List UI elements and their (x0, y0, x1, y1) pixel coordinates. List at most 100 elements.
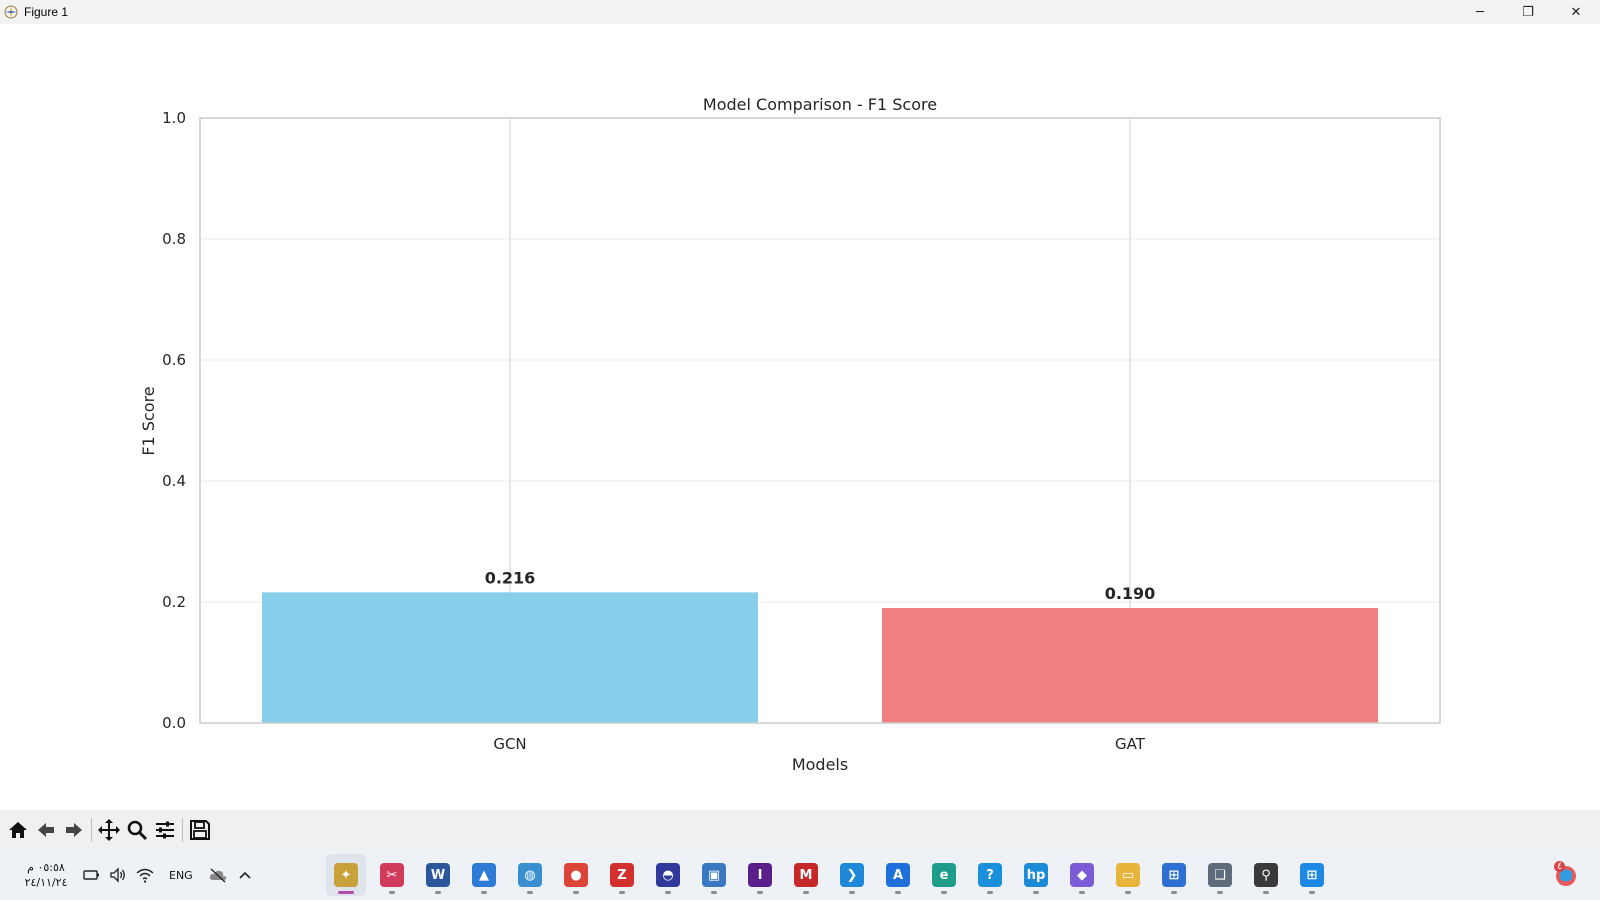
clock-time: ٠٥:٥٨ م (27, 861, 65, 874)
taskbar-app-app-store[interactable]: A (878, 854, 918, 896)
taskbar-app-task-view[interactable]: ❑ (1200, 854, 1240, 896)
taskbar: ٠٥:٥٨ م ٢٤/١١/٢٤ ENG ✦ ✂ W ▲ ◍ ● Z ◓ ▣ I M ❯ Ae? hp ◆ ▭… (0, 850, 1600, 900)
app-store-icon: A (886, 863, 910, 887)
edge-icon: e (932, 863, 956, 887)
taskbar-app-file-explorer[interactable]: ▭ (1108, 854, 1148, 896)
y-tick-label: 0.2 (162, 593, 186, 611)
y-tick-label: 1.0 (162, 109, 186, 127)
python-figure-icon: ✦ (334, 863, 358, 887)
running-indicator (1079, 891, 1085, 894)
running-indicator (338, 891, 354, 894)
vpn-icon: ◓ (656, 863, 680, 887)
window-controls: ─ ❐ ✕ (1456, 0, 1600, 24)
taskbar-app-start[interactable]: ⊞ (1292, 854, 1332, 896)
taskbar-app-python-figure[interactable]: ✦ (326, 854, 366, 896)
bars (262, 592, 1378, 723)
forward-icon[interactable] (60, 815, 88, 845)
help-icon: ? (978, 863, 1002, 887)
taskbar-app-edge[interactable]: e (924, 854, 964, 896)
photos-icon: ▲ (472, 863, 496, 887)
y-tick-label: 0.0 (162, 714, 186, 732)
y-tick-label: 0.4 (162, 472, 186, 490)
running-indicator (1125, 891, 1131, 894)
taskbar-app-intellij[interactable]: I (740, 854, 780, 896)
python-idle-icon: ▣ (702, 863, 726, 887)
toolbar-separator (91, 818, 92, 842)
running-indicator (619, 891, 625, 894)
taskbar-app-browser-globe[interactable]: ◍ (510, 854, 550, 896)
x-axis-label: Models (792, 755, 848, 774)
taskbar-app-vpn[interactable]: ◓ (648, 854, 688, 896)
running-indicator (573, 891, 579, 894)
running-indicator (895, 891, 901, 894)
snipping-tool-icon: ✂ (380, 863, 404, 887)
file-explorer-icon: ▭ (1116, 863, 1140, 887)
running-indicator (757, 891, 763, 894)
taskbar-app-help[interactable]: ? (970, 854, 1010, 896)
toolbar-separator (182, 818, 183, 842)
pinned-apps: ✦ ✂ W ▲ ◍ ● Z ◓ ▣ I M ❯ Ae? hp ◆ ▭ ⊞ ❑ ⚲ ⊞ (326, 853, 1338, 897)
wifi-icon[interactable] (133, 863, 157, 887)
taskbar-app-myhp[interactable]: hp (1016, 854, 1056, 896)
vscode-icon: ❯ (840, 863, 864, 887)
bar-gcn (262, 592, 758, 723)
running-indicator (1217, 891, 1223, 894)
bar-gat (882, 608, 1378, 723)
running-indicator (803, 891, 809, 894)
y-tick-label: 0.6 (162, 351, 186, 369)
start-icon: ⊞ (1300, 863, 1324, 887)
running-indicator (481, 891, 487, 894)
figure-app-icon (3, 4, 19, 20)
myhp-icon: hp (1024, 863, 1048, 887)
running-indicator (849, 891, 855, 894)
taskbar-app-photos[interactable]: ▲ (464, 854, 504, 896)
running-indicator (527, 891, 533, 894)
notification-icon[interactable]: ٤ (1552, 861, 1580, 890)
onedrive-offline-icon[interactable] (206, 863, 230, 887)
y-tick-label: 0.8 (162, 230, 186, 248)
running-indicator (1263, 891, 1269, 894)
minimize-button[interactable]: ─ (1456, 0, 1504, 24)
close-button[interactable]: ✕ (1552, 0, 1600, 24)
y-ticks: 0.0 0.2 0.4 0.6 0.8 1.0 (162, 109, 186, 732)
running-indicator (941, 891, 947, 894)
running-indicator (435, 891, 441, 894)
volume-icon[interactable] (106, 863, 130, 887)
taskbar-app-snipping-tool[interactable]: ✂ (372, 854, 412, 896)
window-titlebar: Figure 1 ─ ❐ ✕ (0, 0, 1600, 24)
taskbar-app-python-idle[interactable]: ▣ (694, 854, 734, 896)
x-tick-label: GAT (1115, 735, 1146, 753)
system-clock[interactable]: ٠٥:٥٨ م ٢٤/١١/٢٤ (16, 860, 76, 890)
taskbar-app-microsoft-store[interactable]: ⊞ (1154, 854, 1194, 896)
taskbar-app-word[interactable]: W (418, 854, 458, 896)
browser-globe-icon: ◍ (518, 863, 542, 887)
home-icon[interactable] (4, 815, 32, 845)
configure-icon[interactable] (151, 815, 179, 845)
running-indicator (1171, 891, 1177, 894)
language-indicator[interactable]: ENG (169, 869, 193, 882)
y-axis-label: F1 Score (139, 386, 158, 455)
figure-canvas[interactable]: 0.216 0.190 0.0 0.2 0.4 0.6 0.8 1.0 GCN GAT Mod… (0, 24, 1600, 810)
running-indicator (1309, 891, 1315, 894)
taskbar-app-search[interactable]: ⚲ (1246, 854, 1286, 896)
x-ticks: GCN GAT (493, 735, 1145, 753)
maximize-button[interactable]: ❐ (1504, 0, 1552, 24)
zoom-icon[interactable] (123, 815, 151, 845)
taskbar-app-vscode[interactable]: ❯ (832, 854, 872, 896)
copilot-icon: ◆ (1070, 863, 1094, 887)
taskbar-app-zotero[interactable]: Z (602, 854, 642, 896)
taskbar-app-copilot[interactable]: ◆ (1062, 854, 1102, 896)
pan-icon[interactable] (95, 815, 123, 845)
intellij-icon: I (748, 863, 772, 887)
bar-chart: 0.216 0.190 0.0 0.2 0.4 0.6 0.8 1.0 GCN GAT Mod… (139, 95, 1441, 774)
back-icon[interactable] (32, 815, 60, 845)
save-icon[interactable] (186, 815, 214, 845)
value-label-gat: 0.190 (1105, 584, 1156, 603)
microsoft-store-icon: ⊞ (1162, 863, 1186, 887)
taskbar-app-mcafee[interactable]: M (786, 854, 826, 896)
taskbar-app-chrome[interactable]: ● (556, 854, 596, 896)
window-title: Figure 1 (24, 5, 69, 19)
running-indicator (1033, 891, 1039, 894)
battery-icon[interactable] (79, 863, 103, 887)
chevron-up-icon[interactable] (233, 863, 257, 887)
